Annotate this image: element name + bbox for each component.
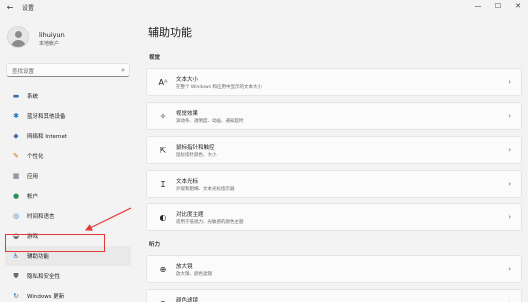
sidebar-item-0[interactable]: ▬ 系统: [5, 86, 131, 106]
chevron-right-icon: ›: [508, 78, 511, 86]
setting-card-title: 文本光标: [176, 179, 199, 185]
back-button[interactable]: ←: [4, 2, 16, 14]
sidebar-item-5[interactable]: ● 帐户: [5, 186, 131, 206]
avatar-head-icon: [15, 31, 22, 38]
sidebar-item-4[interactable]: ▦ 应用: [5, 166, 131, 186]
setting-card-title: 颜色滤镜: [176, 298, 199, 302]
sidebar-item-9[interactable]: ⛊ 隐私和安全性: [5, 266, 131, 286]
sidebar-item-label: 个性化: [27, 154, 44, 160]
update-icon: ↻: [13, 292, 19, 300]
setting-card-title: 放大镜: [176, 264, 193, 270]
account-icon: ●: [12, 192, 20, 200]
network-icon: ◆: [13, 132, 19, 140]
monitor-icon: ▬: [12, 92, 20, 100]
title-bar: ← 设置 — ☐ ✕: [0, 0, 528, 16]
sparkle-icon: ✧: [159, 112, 167, 121]
globe-icon: ◎: [12, 212, 20, 220]
user-name: lihuiyun: [39, 31, 65, 39]
magnifier-icon: ⊕: [159, 265, 167, 274]
sidebar-item-label: 系统: [27, 94, 39, 100]
setting-card-title: 视觉效果: [176, 111, 199, 117]
maximize-button[interactable]: ☐: [490, 0, 506, 12]
setting-card[interactable]: Aᴬ 文本大小在整个 Windows 和应用中显示的文本大小 ›: [146, 68, 522, 96]
highlight-box: [5, 234, 105, 252]
setting-card-description: 适用于低视力、光敏感的颜色主题: [176, 220, 244, 225]
sidebar-item-label: 帐户: [27, 194, 39, 200]
accessibility-icon: ♿: [12, 252, 20, 260]
sidebar-item-label: 时间和语言: [27, 214, 55, 220]
setting-card-title: 文本大小: [176, 77, 199, 83]
app-title: 设置: [22, 5, 35, 12]
sidebar-item-10[interactable]: ↻ Windows 更新: [5, 286, 131, 302]
chevron-right-icon: ›: [508, 146, 511, 154]
page-title: 辅助功能: [148, 26, 192, 39]
setting-card[interactable]: ⇱ 鼠标指针和触控 鼠标指针颜色、大小 ›: [146, 136, 522, 164]
chevron-right-icon: ›: [508, 213, 511, 221]
chevron-right-icon: ›: [508, 265, 511, 273]
sidebar-item-label: 隐私和安全性: [27, 274, 61, 280]
close-button[interactable]: ✕: [510, 0, 526, 12]
setting-card-description: 外观和粗细、文本光标指示器: [176, 187, 235, 192]
brush-icon: ✎: [13, 152, 19, 160]
sidebar-item-1[interactable]: ✱ 蓝牙和其他设备: [5, 106, 131, 126]
sidebar-item-label: 应用: [27, 174, 39, 180]
avatar-body-icon: [11, 40, 26, 47]
setting-card-title: 对比度主题: [176, 212, 204, 218]
setting-card[interactable]: ⊕ 放大镜放大镜、颜色滤镜 ›: [146, 255, 522, 283]
shield-icon: ⛊: [13, 272, 19, 280]
setting-card-description: 放大镜、颜色滤镜: [176, 272, 212, 277]
section-heading: 听力: [149, 242, 161, 248]
setting-card[interactable]: ◐ 对比度主题适用于低视力、光敏感的颜色主题 ›: [146, 203, 522, 231]
sidebar-item-label: 辅助功能: [27, 254, 50, 260]
pointer-icon: ⇱: [159, 146, 167, 155]
minimize-button[interactable]: —: [470, 0, 486, 12]
sidebar-nav: ▬ 系统 ✱ 蓝牙和其他设备 ◆ 网络和 Internet ✎ 个性化 ▦ 应用 ● 帐户 ◎ 时间和语言…: [5, 86, 131, 302]
sidebar-item-label: 网络和 Internet: [27, 134, 68, 140]
search-icon[interactable]: ⌕: [121, 66, 125, 75]
setting-card[interactable]: ◍颜色滤镜›: [146, 289, 522, 302]
color-filter-icon: ◍: [157, 298, 169, 302]
setting-card[interactable]: ✧ 视觉效果滚动条、透明度、动画、通知超时 ›: [146, 102, 522, 130]
sidebar-item-3[interactable]: ✎ 个性化: [5, 146, 131, 166]
search-input[interactable]: 查找设置 ⌕: [6, 63, 130, 77]
chevron-right-icon: ›: [508, 112, 511, 120]
text-cursor-icon: Ｉ: [159, 180, 167, 189]
sidebar-item-label: 蓝牙和其他设备: [27, 114, 66, 120]
chevron-right-icon: ›: [508, 180, 511, 188]
setting-card-description: 滚动条、透明度、动画、通知超时: [176, 119, 244, 124]
setting-card-description: 鼠标指针颜色、大小: [176, 153, 217, 158]
contrast-icon: ◐: [159, 213, 167, 222]
sidebar-item-6[interactable]: ◎ 时间和语言: [5, 206, 131, 226]
search-placeholder: 查找设置: [12, 69, 35, 75]
bluetooth-icon: ✱: [13, 112, 19, 120]
setting-card-title: 鼠标指针和触控: [176, 145, 215, 151]
sidebar-item-label: Windows 更新: [27, 294, 65, 300]
user-account-type: 本地帐户: [39, 41, 60, 47]
text-size-icon: Aᴬ: [158, 78, 168, 87]
section-heading: 视觉: [149, 55, 161, 61]
sidebar-item-2[interactable]: ◆ 网络和 Internet: [5, 126, 131, 146]
avatar: [7, 26, 29, 48]
setting-card[interactable]: Ｉ 文本光标外观和粗细、文本光标指示器 ›: [146, 170, 522, 198]
setting-card-description: 在整个 Windows 和应用中显示的文本大小: [176, 85, 262, 90]
apps-icon: ▦: [12, 172, 20, 180]
